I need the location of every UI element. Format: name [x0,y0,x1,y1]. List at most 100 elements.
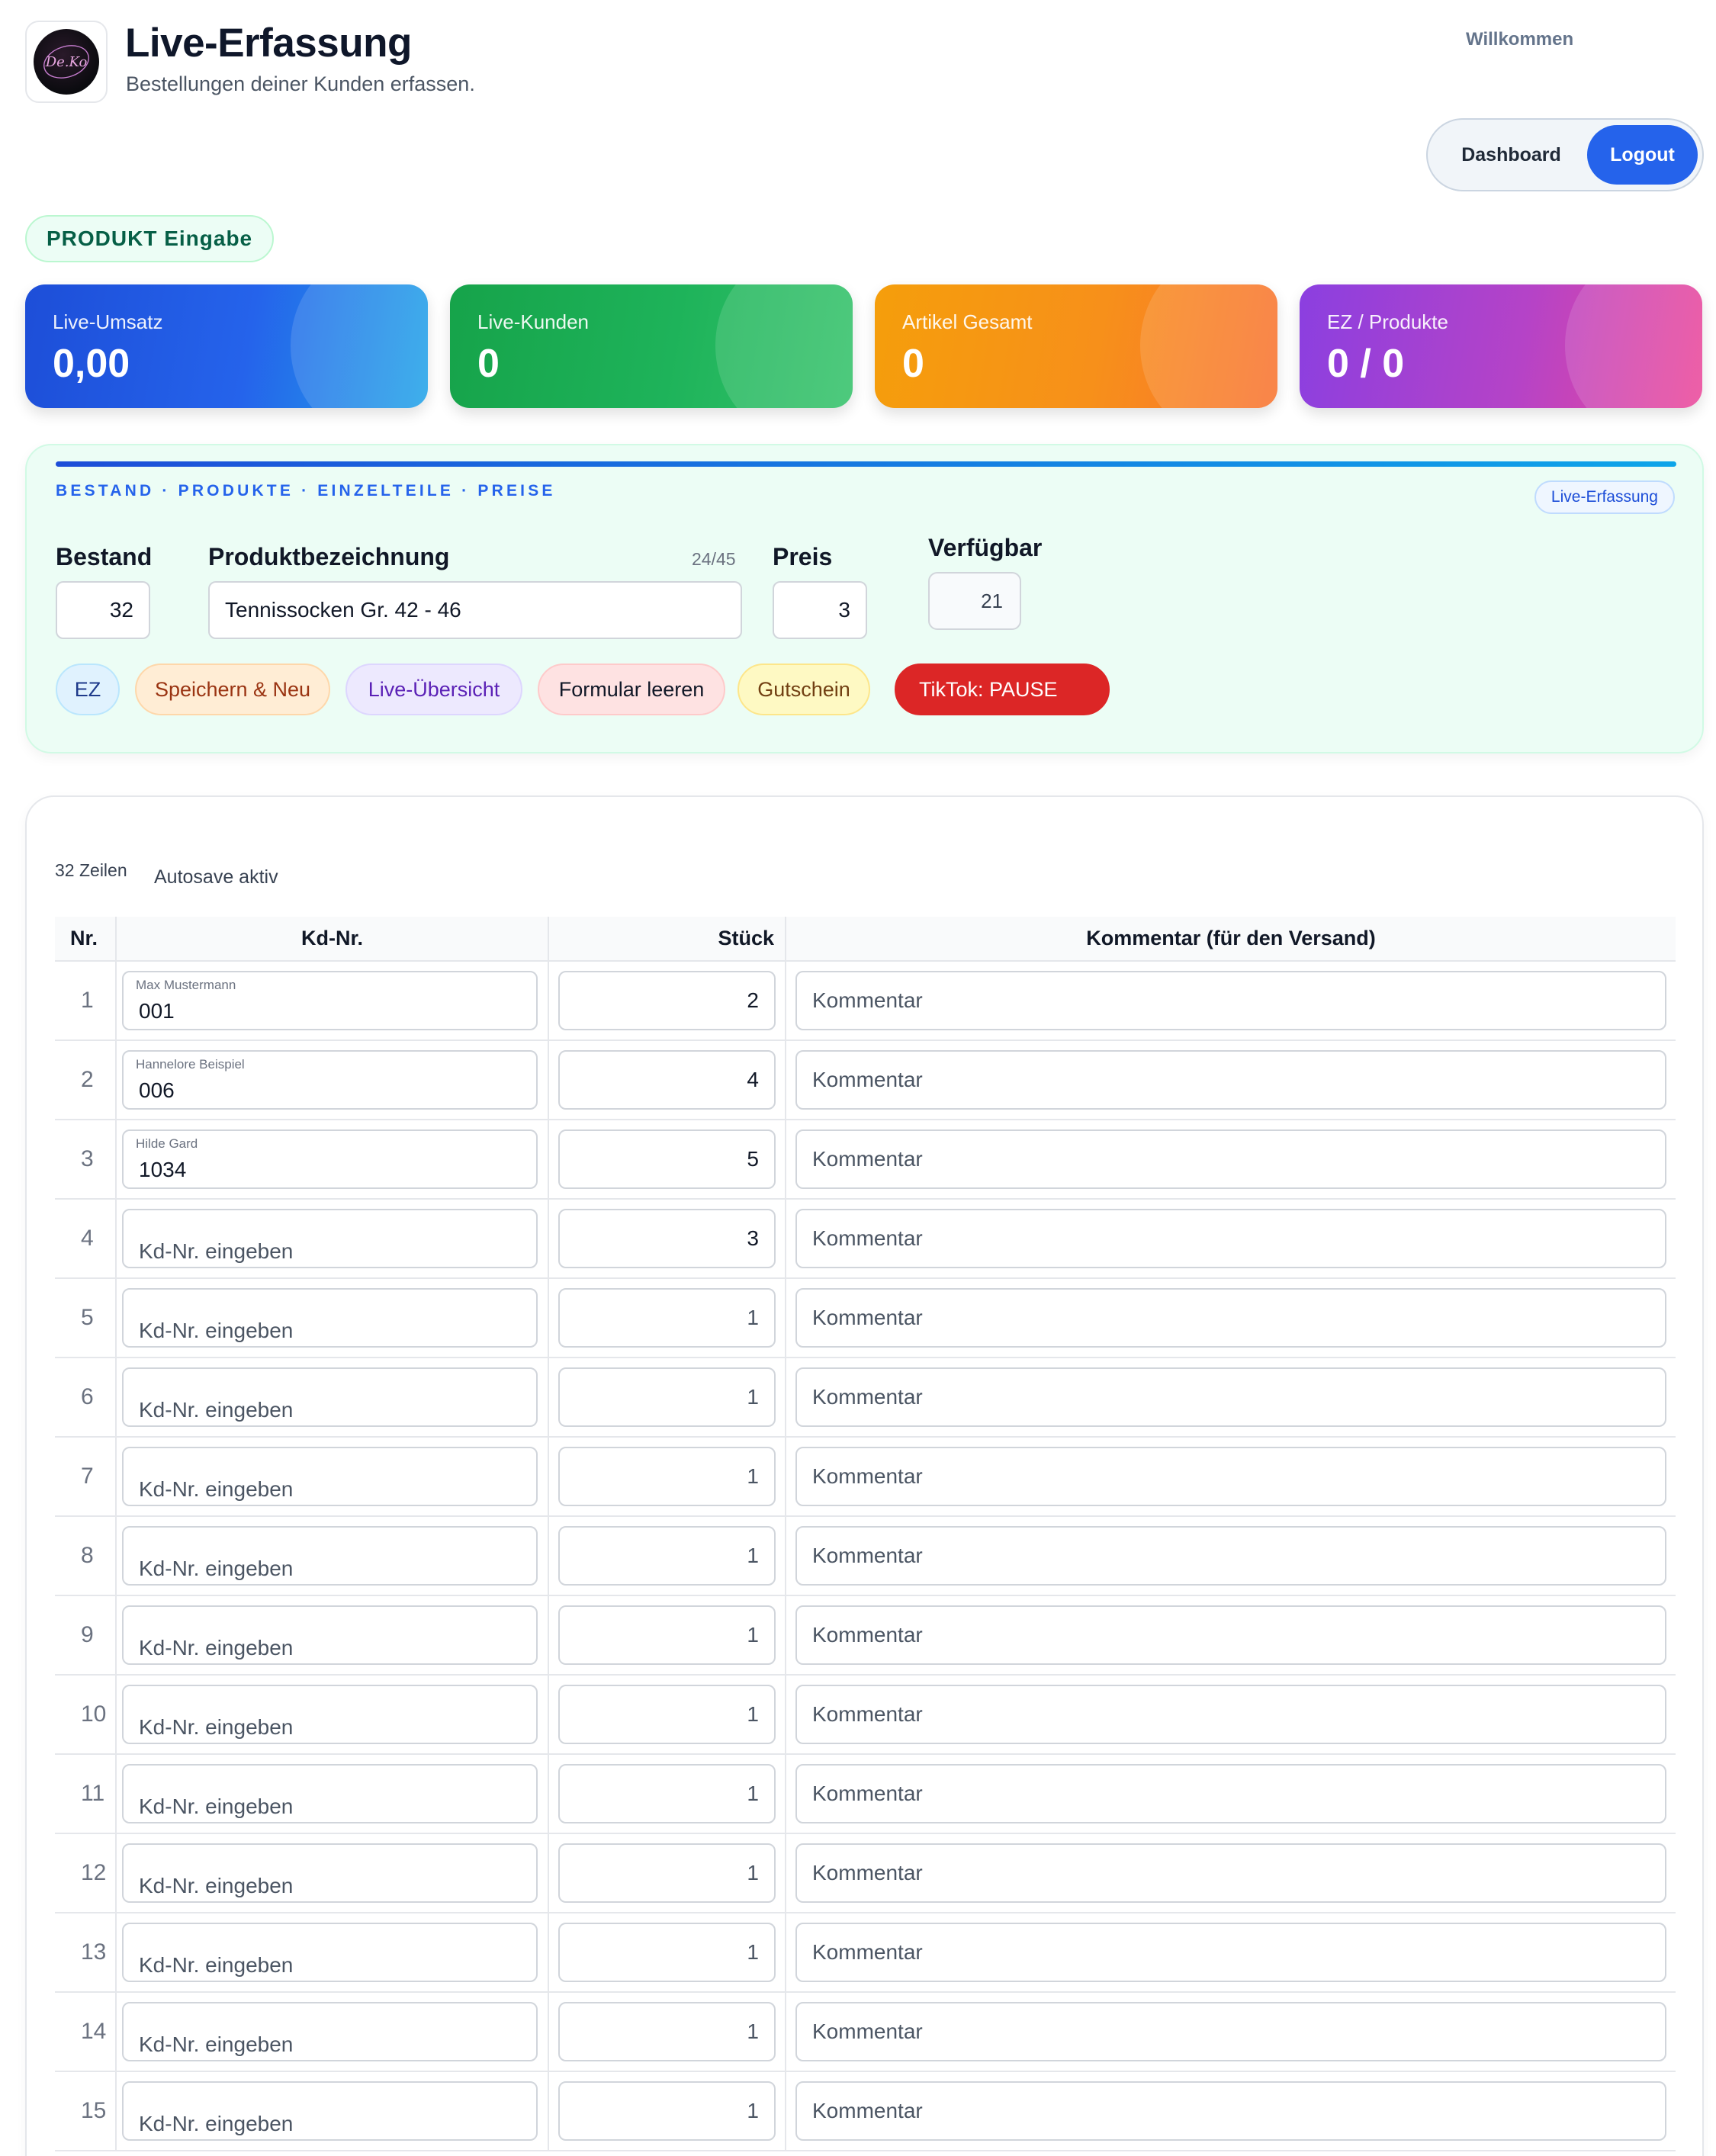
qty-cell: 1 [548,1358,786,1438]
comment-cell: Kommentar [786,1199,1676,1279]
available-label: Verfügbar [928,534,1043,561]
qty-cell: 1 [548,1595,786,1676]
mode-badge[interactable]: PRODUKT Eingabe [25,215,275,262]
comment-input[interactable]: Kommentar [795,1129,1666,1189]
comment-input[interactable]: Kommentar [795,1605,1666,1665]
save-new-button[interactable]: Speichern & Neu [135,664,330,715]
stat-label: EZ / Produkte [1327,310,1448,333]
qty-input[interactable]: 4 [558,1050,776,1110]
customer-input[interactable]: Kd-Nr. eingeben [122,1843,538,1903]
row-number: 9 [55,1595,117,1676]
qty-input[interactable]: 1 [558,1764,776,1823]
comment-input[interactable]: Kommentar [795,1209,1666,1268]
customer-input[interactable]: Kd-Nr. eingeben [122,1367,538,1427]
qty-input[interactable]: 3 [558,1209,776,1268]
stat-card-articles: Artikel Gesamt 0 [875,284,1277,408]
qty-input[interactable]: 1 [558,1685,776,1744]
qty-input[interactable]: 1 [558,1843,776,1903]
table-row: 11 Kd-Nr. eingeben 1 Kommentar [55,1754,1676,1834]
customer-input[interactable]: Hilde Gard 1034 [122,1129,538,1189]
row-number: 4 [55,1199,117,1279]
voucher-button[interactable]: Gutschein [737,664,870,715]
qty-input[interactable]: 1 [558,1526,776,1586]
tiktok-pause-button[interactable]: TikTok: PAUSE [895,664,1110,715]
row-number: 11 [55,1754,117,1834]
stat-card-revenue: Live-Umsatz 0,00 [25,284,428,408]
product-name-input[interactable] [208,581,742,639]
qty-input[interactable]: 1 [558,1605,776,1665]
qty-input[interactable]: 1 [558,2002,776,2061]
qty-input[interactable]: 5 [558,1129,776,1189]
qty-input[interactable]: 1 [558,1923,776,1982]
comment-input[interactable]: Kommentar [795,1288,1666,1348]
customer-input[interactable]: Hannelore Beispiel 006 [122,1050,538,1110]
customer-input[interactable]: Kd-Nr. eingeben [122,1209,538,1268]
customer-placeholder: Kd-Nr. eingeben [139,1953,294,1977]
customer-input[interactable]: Kd-Nr. eingeben [122,2002,538,2061]
customer-placeholder: Kd-Nr. eingeben [139,1319,294,1342]
table-row: 7 Kd-Nr. eingeben 1 Kommentar [55,1437,1676,1517]
customer-input[interactable]: Kd-Nr. eingeben [122,1288,538,1348]
customer-input[interactable]: Kd-Nr. eingeben [122,1447,538,1506]
stat-label: Artikel Gesamt [902,310,1033,333]
row-number: 6 [55,1358,117,1438]
row-number: 10 [55,1675,117,1755]
customer-number: 006 [139,1078,175,1102]
qty-input[interactable]: 1 [558,2081,776,2141]
comment-input[interactable]: Kommentar [795,1050,1666,1110]
comment-input[interactable]: Kommentar [795,1447,1666,1506]
stat-card-ez-products: EZ / Produkte 0 / 0 [1300,284,1702,408]
customer-input[interactable]: Kd-Nr. eingeben [122,1526,538,1586]
ez-button[interactable]: EZ [56,664,120,715]
table-row: 9 Kd-Nr. eingeben 1 Kommentar [55,1595,1676,1676]
customer-cell: Max Mustermann 001 [116,961,549,1041]
stat-value: 0 [477,342,500,386]
qty-cell: 1 [548,1675,786,1755]
comment-cell: Kommentar [786,1595,1676,1676]
table-row: 8 Kd-Nr. eingeben 1 Kommentar [55,1516,1676,1596]
comment-cell: Kommentar [786,1040,1676,1120]
comment-input[interactable]: Kommentar [795,1923,1666,1982]
clear-form-button[interactable]: Formular leeren [538,664,725,715]
table-row: 13 Kd-Nr. eingeben 1 Kommentar [55,1913,1676,1993]
qty-input[interactable]: 1 [558,1447,776,1506]
comment-input[interactable]: Kommentar [795,2081,1666,2141]
comment-input[interactable]: Kommentar [795,2002,1666,2061]
logo-emblem: De.Ko [34,29,99,95]
rows-count: 32 Zeilen [55,860,127,880]
customer-input[interactable]: Kd-Nr. eingeben [122,1764,538,1823]
row-number: 15 [55,2071,117,2151]
stock-input[interactable] [56,581,150,639]
customer-input[interactable]: Kd-Nr. eingeben [122,1605,538,1665]
comment-input[interactable]: Kommentar [795,1367,1666,1427]
customer-input[interactable]: Kd-Nr. eingeben [122,2081,538,2141]
logout-button[interactable]: Logout [1587,125,1698,185]
qty-input[interactable]: 1 [558,1288,776,1348]
customer-name: Hannelore Beispiel [136,1057,245,1072]
customer-cell: Kd-Nr. eingeben [116,1754,549,1834]
customer-number: 001 [139,999,175,1023]
customer-name: Max Mustermann [136,978,236,992]
customer-cell: Kd-Nr. eingeben [116,1913,549,1993]
comment-input[interactable]: Kommentar [795,1685,1666,1744]
qty-cell: 1 [548,1278,786,1358]
qty-input[interactable]: 1 [558,1367,776,1427]
live-overview-button[interactable]: Live-Übersicht [345,664,522,715]
comment-input[interactable]: Kommentar [795,971,1666,1030]
customer-input[interactable]: Max Mustermann 001 [122,971,538,1030]
comment-input[interactable]: Kommentar [795,1764,1666,1823]
customer-cell: Kd-Nr. eingeben [116,1675,549,1755]
dashboard-button[interactable]: Dashboard [1428,124,1587,185]
row-number: 5 [55,1278,117,1358]
panel-kicker: BESTAND · PRODUKTE · EINZELTEILE · PREIS… [56,482,556,500]
customer-input[interactable]: Kd-Nr. eingeben [122,1685,538,1744]
comment-input[interactable]: Kommentar [795,1526,1666,1586]
page-title: Live-Erfassung [125,21,412,66]
price-input[interactable] [773,581,867,639]
column-header-nr: Nr. [55,917,117,962]
customer-input[interactable]: Kd-Nr. eingeben [122,1923,538,1982]
product-name-label: Produktbezeichnung [208,543,450,570]
comment-input[interactable]: Kommentar [795,1843,1666,1903]
qty-cell: 2 [548,961,786,1041]
qty-input[interactable]: 2 [558,971,776,1030]
